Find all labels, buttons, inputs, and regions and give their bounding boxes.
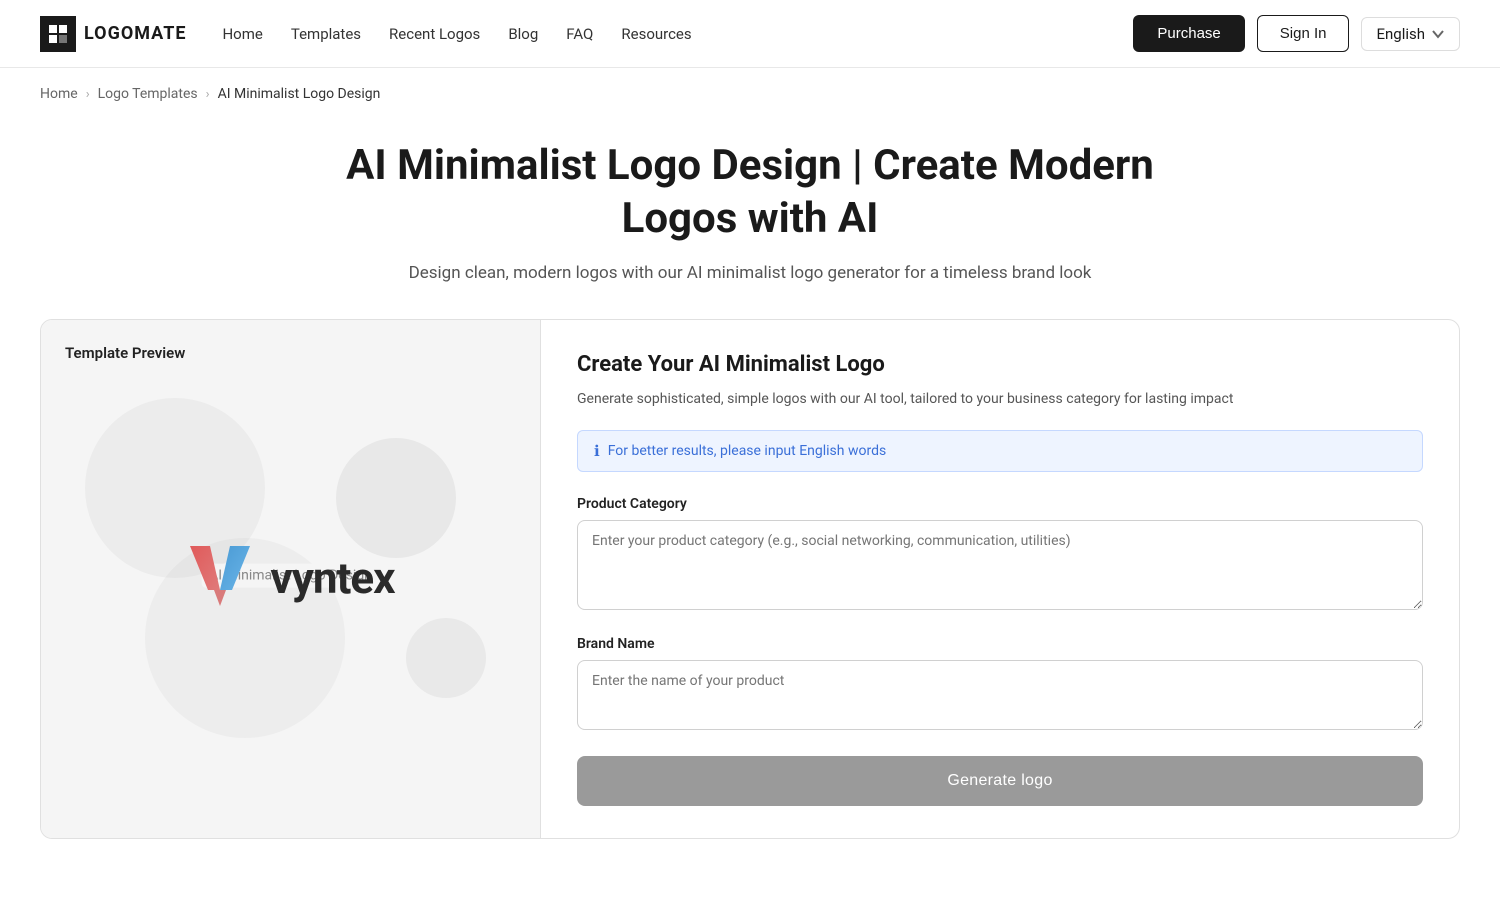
navbar: LOGOMATE Home Templates Recent Logos Blo…	[0, 0, 1500, 68]
nav-faq[interactable]: FAQ	[566, 25, 593, 43]
breadcrumb-logo-templates[interactable]: Logo Templates	[98, 86, 198, 102]
logo-text: LOGOMATE	[84, 23, 186, 44]
info-banner-text: For better results, please input English…	[608, 443, 887, 459]
nav-home[interactable]: Home	[222, 25, 262, 43]
chevron-down-icon	[1431, 27, 1445, 41]
preview-title: Template Preview	[65, 344, 516, 362]
generate-button[interactable]: Generate logo	[577, 756, 1423, 806]
preview-logo-area: AI Minimalist Logo Design	[65, 378, 516, 778]
logo-display: vyntex	[186, 538, 394, 618]
nav-recent-logos[interactable]: Recent Logos	[389, 25, 480, 43]
logo[interactable]: LOGOMATE	[40, 16, 186, 52]
breadcrumb: Home › Logo Templates › AI Minimalist Lo…	[0, 68, 1500, 120]
nav-templates[interactable]: Templates	[291, 25, 361, 43]
nav-right: Purchase Sign In English	[1133, 15, 1460, 52]
info-icon: ℹ	[594, 442, 600, 460]
hero-title: AI Minimalist Logo Design | Create Moder…	[300, 140, 1200, 245]
language-selector[interactable]: English	[1361, 17, 1460, 51]
hero-section: AI Minimalist Logo Design | Create Moder…	[0, 120, 1500, 319]
brand-name-group: Brand Name	[577, 636, 1423, 734]
brand-name-input[interactable]	[577, 660, 1423, 730]
main-content: Template Preview AI Minimalist Logo Desi…	[40, 319, 1460, 839]
brand-name-label: Brand Name	[577, 636, 1423, 652]
form-panel: Create Your AI Minimalist Logo Generate …	[541, 320, 1459, 838]
nav-links: Home Templates Recent Logos Blog FAQ Res…	[222, 24, 691, 43]
logo-icon	[40, 16, 76, 52]
product-category-group: Product Category	[577, 496, 1423, 614]
nav-left: LOGOMATE Home Templates Recent Logos Blo…	[40, 16, 692, 52]
nav-blog[interactable]: Blog	[508, 25, 538, 43]
breadcrumb-home[interactable]: Home	[40, 86, 78, 102]
language-label: English	[1376, 25, 1425, 43]
preview-panel: Template Preview AI Minimalist Logo Desi…	[41, 320, 541, 838]
purchase-button[interactable]: Purchase	[1133, 15, 1244, 52]
signin-button[interactable]: Sign In	[1257, 15, 1350, 52]
form-title: Create Your AI Minimalist Logo	[577, 352, 1423, 377]
info-banner: ℹ For better results, please input Engli…	[577, 430, 1423, 472]
breadcrumb-separator-1: ›	[86, 87, 90, 102]
breadcrumb-current: AI Minimalist Logo Design	[218, 86, 381, 102]
hero-subtitle: Design clean, modern logos with our AI m…	[400, 263, 1100, 283]
form-subtitle: Generate sophisticated, simple logos wit…	[577, 389, 1423, 410]
breadcrumb-separator-2: ›	[206, 87, 210, 102]
vyntex-logo-icon	[186, 538, 254, 618]
vyntex-brand-text: vyntex	[270, 552, 394, 604]
bg-shape-4	[406, 618, 486, 698]
product-category-input[interactable]	[577, 520, 1423, 610]
nav-resources[interactable]: Resources	[621, 25, 691, 43]
product-category-label: Product Category	[577, 496, 1423, 512]
vyntex-icon	[186, 538, 254, 618]
